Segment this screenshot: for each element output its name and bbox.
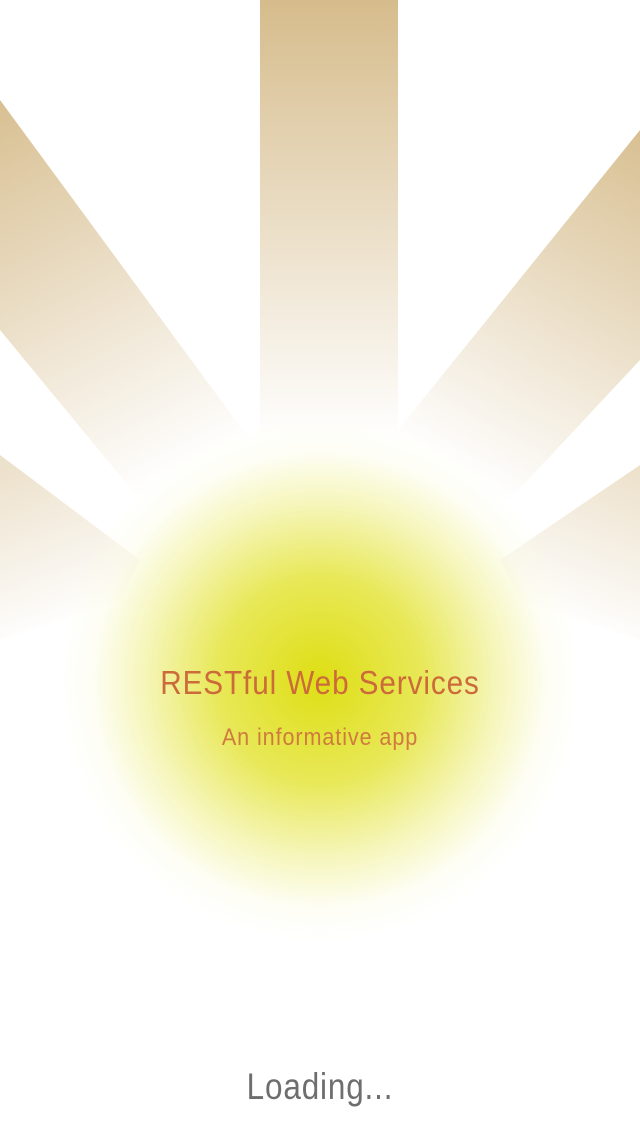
loading-label: Loading... xyxy=(246,1066,394,1107)
splash-screen: RESTful Web Services An informative app … xyxy=(0,0,640,1136)
app-title: RESTful Web Services xyxy=(160,664,480,701)
ray-upper-left xyxy=(0,100,250,500)
app-subtitle: An informative app xyxy=(221,724,419,751)
ray-center xyxy=(260,0,398,440)
